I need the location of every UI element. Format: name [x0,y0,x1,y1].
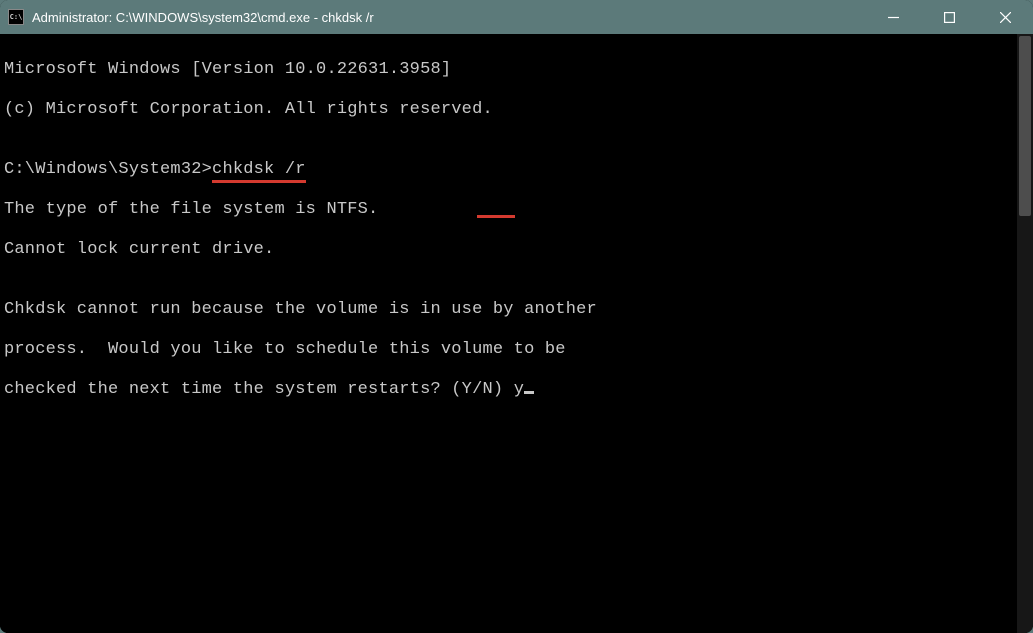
prompt-command: chkdsk /r [212,160,306,180]
maximize-button[interactable] [921,0,977,34]
output-line: checked the next time the system restart… [4,380,1013,400]
scrollbar-thumb[interactable] [1019,36,1031,216]
output-line: Microsoft Windows [Version 10.0.22631.39… [4,60,1013,80]
window-title: Administrator: C:\WINDOWS\system32\cmd.e… [32,10,865,25]
prompt-line: C:\Windows\System32>chkdsk /r [4,160,1013,180]
close-button[interactable] [977,0,1033,34]
cmd-window: C:\ Administrator: C:\WINDOWS\system32\c… [0,0,1033,633]
user-input: y [514,380,524,399]
scrollbar[interactable] [1017,34,1033,633]
terminal-area: Microsoft Windows [Version 10.0.22631.39… [0,34,1033,633]
close-icon [1000,12,1011,23]
cmd-icon: C:\ [8,9,24,25]
prompt-question: checked the next time the system restart… [4,380,514,399]
output-line: Cannot lock current drive. [4,240,1013,260]
output-line: (c) Microsoft Corporation. All rights re… [4,100,1013,120]
titlebar[interactable]: C:\ Administrator: C:\WINDOWS\system32\c… [0,0,1033,34]
prompt-path: C:\Windows\System32> [4,160,212,179]
minimize-button[interactable] [865,0,921,34]
window-controls [865,0,1033,34]
output-line: process. Would you like to schedule this… [4,340,1013,360]
minimize-icon [888,12,899,23]
maximize-icon [944,12,955,23]
annotation-underline [212,180,306,183]
terminal-output[interactable]: Microsoft Windows [Version 10.0.22631.39… [0,34,1017,633]
output-line: Chkdsk cannot run because the volume is … [4,300,1013,320]
cursor [524,391,534,394]
annotation-underline [477,215,515,218]
